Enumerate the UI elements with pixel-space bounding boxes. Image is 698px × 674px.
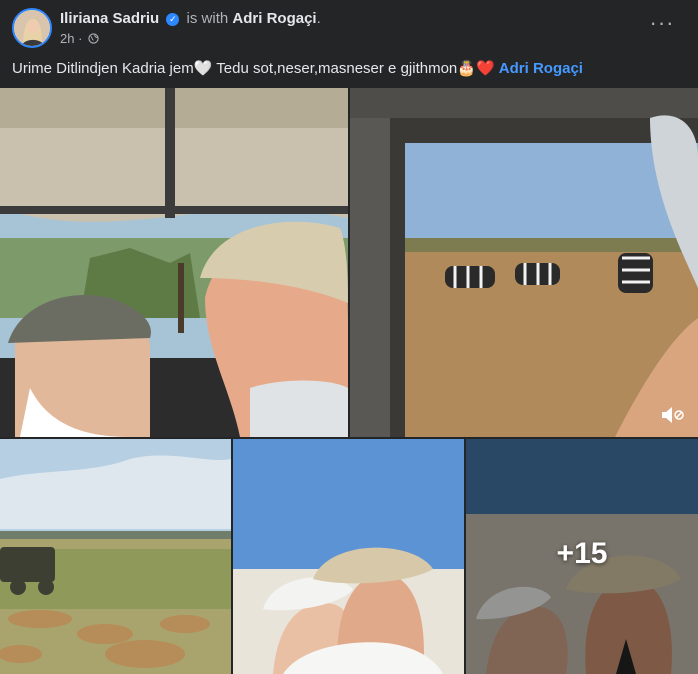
volume-muted-icon[interactable] <box>658 403 686 427</box>
video-zebras[interactable] <box>350 88 698 437</box>
author-name[interactable]: Iliriana Sadriu <box>60 10 159 27</box>
verified-badge-icon: ✓ <box>166 13 180 26</box>
post-caption: Urime Ditlindjen Kadria jem🤍 Tedu sot,ne… <box>12 59 583 77</box>
caption-tag-link[interactable]: Adri Rogaçi <box>499 60 583 77</box>
post-header: Iliriana Sadriu ✓ is with Adri Rogaçi. 2… <box>0 0 698 56</box>
photo-couple-beach[interactable] <box>233 439 464 674</box>
more-photos-count[interactable]: +15 <box>466 439 698 674</box>
with-text: is with <box>186 10 229 27</box>
author-line: Iliriana Sadriu ✓ is with Adri Rogaçi. <box>60 10 321 27</box>
author-avatar[interactable] <box>12 8 52 48</box>
more-options-icon[interactable]: ··· <box>648 12 676 38</box>
tagged-person[interactable]: Adri Rogaçi <box>232 10 316 27</box>
caption-text: Urime Ditlindjen Kadria jem🤍 Tedu sot,ne… <box>12 60 495 77</box>
photo-more-overlay[interactable]: +15 <box>466 439 698 674</box>
post-meta: 2h · <box>60 31 99 46</box>
photo-couple-safari[interactable] <box>0 88 348 437</box>
photo-lions[interactable] <box>0 439 231 674</box>
period: . <box>316 10 321 27</box>
post-time[interactable]: 2h <box>60 31 74 46</box>
globe-icon[interactable] <box>88 32 99 44</box>
